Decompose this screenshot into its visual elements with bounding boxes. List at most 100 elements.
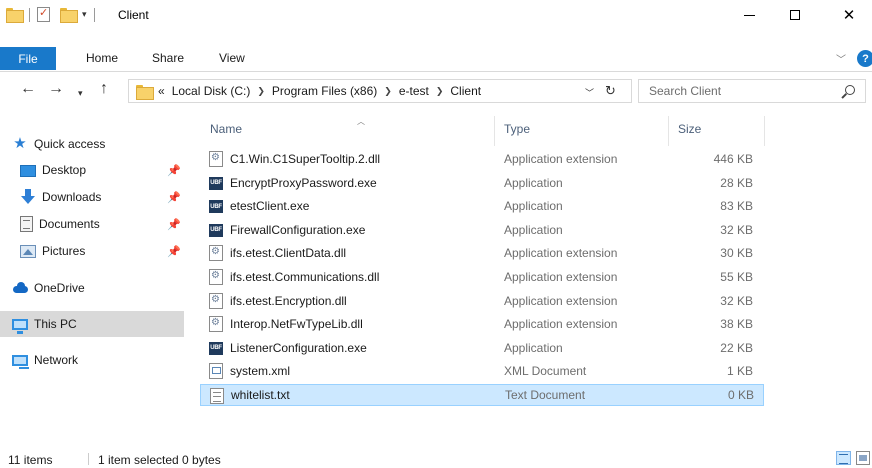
file-row[interactable]: ifs.etest.Communications.dll Application … [200,266,764,288]
help-icon[interactable]: ? [857,50,872,67]
file-row[interactable]: C1.Win.C1SuperTooltip.2.dll Application e… [200,148,764,170]
file-row[interactable]: UBF FirewallConfiguration.exe Application 3… [200,219,764,241]
file-type: Application extension [504,317,618,332]
sort-ascending-icon: ︿ [357,117,365,126]
minimize-button[interactable] [726,0,772,30]
navigation-bar: ← → ▾ ↑ « Local Disk (C:) ❯ Program File… [0,72,872,108]
selection-info: 1 item selected 0 bytes [98,453,221,467]
breadcrumb-item[interactable]: Client [450,84,481,98]
up-button[interactable]: ↑ [100,80,108,98]
breadcrumb: « Local Disk (C:) ❯ Program Files (x86) … [158,84,481,98]
pin-icon[interactable]: 📌 [167,245,181,258]
refresh-icon[interactable]: ↻ [605,83,616,99]
file-name: etestClient.exe [230,199,310,214]
breadcrumb-item[interactable]: Local Disk (C:) [172,84,251,98]
title-bar: ▾ Client ✕ [0,0,872,30]
file-name: EncryptProxyPassword.exe [230,175,377,190]
search-input[interactable] [649,84,829,98]
search-icon[interactable] [845,85,855,95]
chevron-right-icon[interactable]: ❯ [384,86,392,97]
sidebar-item-label: This PC [34,317,77,331]
tab-home[interactable]: Home [86,51,118,65]
breadcrumb-item[interactable]: e-test [399,84,429,98]
search-box[interactable] [638,79,866,103]
close-button[interactable]: ✕ [826,0,872,30]
file-type: Application [504,340,563,355]
file-row[interactable]: system.xml XML Document 1 KB [200,360,764,382]
column-label: Type [504,122,531,136]
recent-locations-button[interactable]: ▾ [78,84,83,102]
minimize-icon [743,14,755,16]
file-row[interactable]: UBF ListenerConfiguration.exe Application 2… [200,337,764,359]
chevron-right-icon[interactable]: ❯ [257,86,265,97]
file-type: Application [504,199,563,214]
pin-icon[interactable]: 📌 [167,191,181,204]
file-type: Application extension [504,246,618,261]
column-header-type[interactable]: Type [504,118,530,140]
column-header-size[interactable]: Size [678,118,701,140]
file-row[interactable]: ifs.etest.Encryption.dll Application exte… [200,290,764,312]
column-divider[interactable] [494,116,495,146]
txt-icon [210,388,224,404]
column-divider[interactable] [764,116,765,146]
tab-file[interactable]: File [0,47,56,70]
back-button[interactable]: ← [20,80,36,98]
file-type: XML Document [504,364,587,379]
large-icons-view-icon[interactable] [856,451,870,465]
this-pc-icon [12,319,28,334]
tab-view[interactable]: View [219,51,245,65]
forward-button[interactable]: → [48,80,64,98]
quick-access-toolbar: ▾ [6,6,98,23]
pictures-icon [20,245,36,258]
chevron-down-icon[interactable]: ﹀ [585,86,594,99]
file-row[interactable]: Interop.NetFwTypeLib.dll Application exte… [200,313,764,335]
column-label: Name [210,122,243,136]
new-folder-icon[interactable] [60,8,78,23]
sidebar-item-pictures[interactable]: Pictures 📌 [0,238,190,264]
chevron-right-icon[interactable]: ❯ [436,86,444,97]
file-type: Application extension [504,152,618,166]
sidebar-item-desktop[interactable]: Desktop 📌 [0,157,190,183]
pin-icon[interactable]: 📌 [167,164,181,177]
file-row[interactable]: UBF etestClient.exe Application 83 KB [200,195,764,217]
folder-icon [6,8,24,23]
file-name: whitelist.txt [231,388,290,402]
file-size: 38 KB [720,317,753,332]
properties-icon[interactable] [37,6,50,22]
pin-icon[interactable]: 📌 [167,218,181,231]
sidebar-item-onedrive[interactable]: OneDrive [0,275,190,301]
file-name: ifs.etest.ClientData.dll [230,246,347,261]
sidebar-item-this-pc[interactable]: This PC [0,311,184,337]
file-size: 83 KB [720,199,753,214]
folder-icon [136,84,154,100]
file-type: Text Document [505,388,586,402]
file-row[interactable]: UBF EncryptProxyPassword.exe Application 28… [200,172,764,194]
file-type: Application extension [504,270,618,284]
address-bar[interactable]: « Local Disk (C:) ❯ Program Files (x86) … [128,79,632,103]
exe-icon: UBF [209,223,223,237]
exe-icon: UBF [209,341,223,355]
breadcrumb-item[interactable]: Program Files (x86) [272,84,377,98]
file-row[interactable]: whitelist.txt Text Document 0 KB [200,384,764,406]
xml-icon [209,363,223,380]
status-divider [88,453,89,465]
sidebar-item-downloads[interactable]: Downloads 📌 [0,184,190,210]
navigation-pane: ★ Quick access Desktop 📌 Downloads 📌 Doc… [0,112,190,448]
details-view-icon[interactable] [836,451,851,465]
tab-share[interactable]: Share [152,51,184,65]
column-header-name[interactable]: ︿ Name [210,117,365,140]
sidebar-item-quick-access[interactable]: ★ Quick access [0,131,190,157]
file-size: 446 KB [713,152,753,166]
maximize-button[interactable] [772,0,818,30]
sidebar-item-documents[interactable]: Documents 📌 [0,211,190,237]
qat-separator [29,7,30,22]
expand-ribbon-icon[interactable]: ﹀ [836,51,846,66]
customize-qat-button[interactable]: ▾ [82,9,87,20]
breadcrumb-overflow[interactable]: « [158,84,165,98]
file-size: 32 KB [720,222,753,237]
dll-icon [209,316,223,333]
file-row[interactable]: ifs.etest.ClientData.dll Application exte… [200,242,764,264]
sidebar-item-network[interactable]: Network [0,347,190,373]
column-divider[interactable] [668,116,669,146]
file-name: C1.Win.C1SuperTooltip.2.dll [230,152,381,166]
